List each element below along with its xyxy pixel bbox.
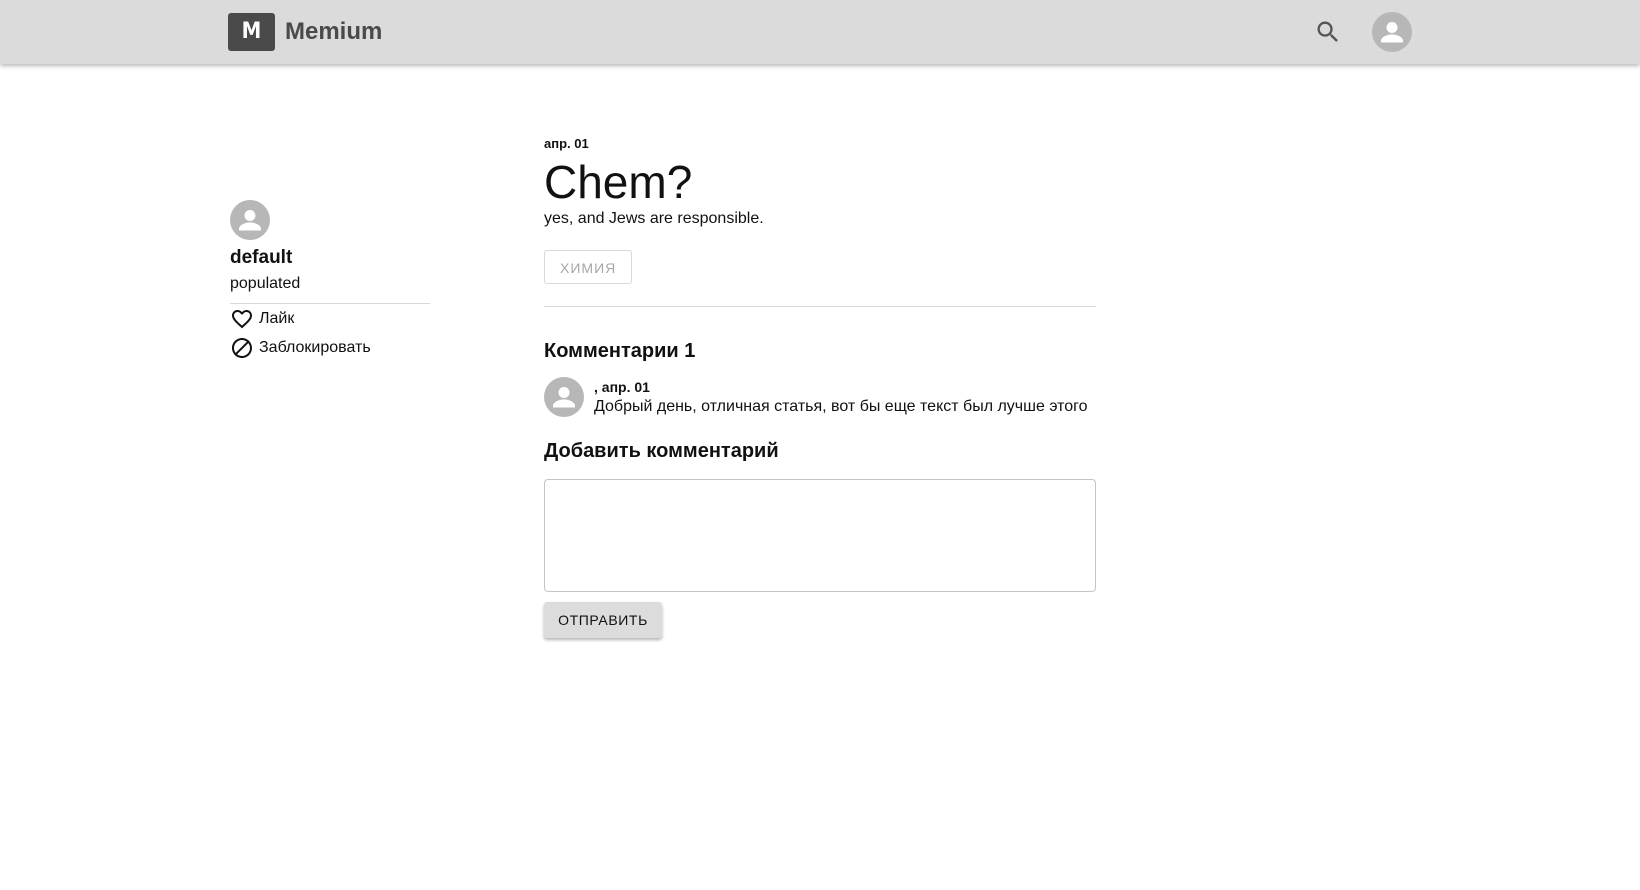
post-subtitle: yes, and Jews are responsible. [544, 210, 764, 227]
account-icon [1381, 22, 1403, 43]
add-comment-heading: Добавить комментарий [544, 440, 779, 462]
send-button[interactable]: ОТПРАВИТЬ [544, 602, 662, 638]
author-avatar[interactable] [230, 200, 270, 240]
heart-outline-icon [232, 309, 252, 328]
app-name[interactable]: Memium [285, 16, 382, 48]
comment-textarea[interactable] [544, 479, 1096, 592]
app-bar: M Memium [0, 0, 1640, 64]
block-icon [232, 337, 252, 358]
comment-text: Добрый день, отличная статья, вот бы еще… [594, 398, 1088, 415]
post-title: Chem? [544, 156, 693, 208]
search-icon [1317, 21, 1338, 42]
like-label: Лайк [259, 309, 295, 327]
article-divider [544, 306, 1096, 307]
like-button[interactable]: Лайк [230, 304, 430, 333]
account-icon [553, 387, 575, 408]
post-date: апр. 01 [544, 136, 589, 151]
comments-heading: Комментарии 1 [544, 340, 696, 362]
comment-meta: , апр. 01 [594, 379, 650, 395]
account-icon [239, 210, 261, 231]
account-avatar-button[interactable] [1372, 12, 1412, 52]
author-sidebar: default populated Лайк Заблокировать [230, 200, 430, 362]
commenter-avatar[interactable] [544, 377, 584, 417]
search-button[interactable] [1314, 18, 1342, 46]
logo-badge[interactable]: M [228, 13, 275, 51]
author-name[interactable]: default [230, 246, 430, 270]
tag-chip[interactable]: ХИМИЯ [544, 250, 633, 284]
block-label: Заблокировать [259, 338, 371, 356]
author-bio: populated [230, 275, 301, 292]
block-button[interactable]: Заблокировать [230, 333, 430, 362]
